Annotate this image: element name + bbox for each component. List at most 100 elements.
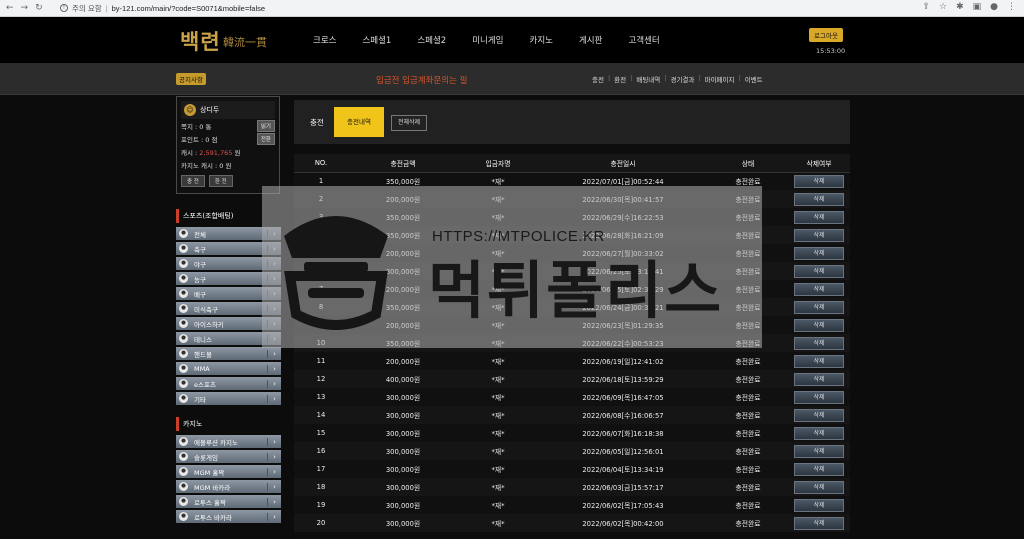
- delete-row-button[interactable]: 삭제: [794, 516, 844, 530]
- menu-item-icon: ●: [179, 229, 188, 238]
- withdraw-button[interactable]: 환 전: [208, 175, 233, 187]
- nav-cross[interactable]: 크로스: [313, 34, 336, 46]
- browser-menu-icon[interactable]: ⋮: [1007, 2, 1016, 12]
- cell-amount: 300,000원: [348, 514, 458, 532]
- sidebar-panel-icon[interactable]: ▣: [973, 2, 982, 12]
- delete-row-button[interactable]: 삭제: [794, 444, 844, 458]
- menu-item-label: 로투스 바카라: [194, 513, 232, 522]
- profile-icon[interactable]: ●: [990, 2, 998, 12]
- nav-minigame[interactable]: 미니게임: [472, 34, 503, 46]
- quick-link-deposit[interactable]: 충전: [592, 74, 604, 84]
- delete-row-button[interactable]: 삭제: [794, 246, 844, 260]
- cell-status: 충전완료: [708, 478, 788, 496]
- menu-item-icon: ●: [179, 512, 188, 521]
- tab-deposit-history[interactable]: 충전내역: [334, 107, 384, 137]
- menu-item-label: 아이스하키: [194, 320, 224, 329]
- casino-menu-item-5[interactable]: ● 로투스 바카라 ›: [176, 510, 281, 523]
- nav-casino[interactable]: 카지노: [530, 34, 553, 46]
- casino-menu-item-2[interactable]: ● MGM 홀짝 ›: [176, 465, 281, 478]
- menu-item-icon: ●: [179, 304, 188, 313]
- quick-link-event[interactable]: 이벤트: [745, 74, 763, 84]
- cell-no: 16: [294, 442, 348, 460]
- delete-row-button[interactable]: 삭제: [794, 462, 844, 476]
- back-icon[interactable]: ←: [6, 3, 14, 13]
- cell-amount: 300,000원: [348, 478, 458, 496]
- nav-special2[interactable]: 스페셜2: [417, 34, 446, 46]
- sports-menu-item-9[interactable]: ● MMA ›: [176, 362, 281, 375]
- quick-link-withdraw[interactable]: 환전: [614, 74, 626, 84]
- quick-links: 충전 | 환전 | 배팅내역 | 경기결과 | 마이페이지 | 이벤트: [592, 74, 763, 84]
- chevron-right-icon: ›: [267, 467, 281, 476]
- delete-all-button[interactable]: 전체삭제: [391, 115, 428, 131]
- menu-item-icon: ●: [179, 364, 188, 373]
- delete-row-button[interactable]: 삭제: [794, 354, 844, 368]
- table-row: 18 300,000원 *재* 2022/06/03[금]15:57:17 충전완료 삭제: [294, 478, 850, 496]
- delete-row-button[interactable]: 삭제: [794, 300, 844, 314]
- convert-points-button[interactable]: 전환: [256, 132, 275, 145]
- clock: 15:53:00: [816, 47, 846, 55]
- quick-link-bet-history[interactable]: 배팅내역: [636, 74, 660, 84]
- deposit-button[interactable]: 충 전: [181, 175, 205, 187]
- cell-status: 충전완료: [708, 424, 788, 442]
- menu-item-icon: ●: [179, 437, 188, 446]
- cell-no: 18: [294, 478, 348, 496]
- delete-row-button[interactable]: 삭제: [794, 408, 844, 422]
- delete-row-button[interactable]: 삭제: [794, 318, 844, 332]
- cell-date: 2022/06/04[토]13:34:19: [538, 460, 708, 478]
- casino-menu-item-4[interactable]: ● 로투스 홀짝 ›: [176, 495, 281, 508]
- address-bar[interactable]: ! 주의 요함 | by-121.com/main/?code=S0071&mo…: [60, 3, 265, 14]
- extensions-icon[interactable]: ✱: [956, 2, 964, 12]
- delete-row-button[interactable]: 삭제: [794, 228, 844, 242]
- chevron-right-icon: ›: [267, 437, 281, 446]
- col-delete: 삭제여부: [788, 154, 850, 173]
- url-text[interactable]: by-121.com/main/?code=S0071&mobile=false: [112, 4, 265, 13]
- delete-row-button[interactable]: 삭제: [794, 390, 844, 404]
- delete-row-button[interactable]: 삭제: [794, 480, 844, 494]
- delete-row-button[interactable]: 삭제: [794, 192, 844, 206]
- nav-special1[interactable]: 스페셜1: [362, 34, 391, 46]
- casino-menu-item-0[interactable]: ● 에볼루션 카지노 ›: [176, 435, 281, 448]
- delete-row-button[interactable]: 삭제: [794, 210, 844, 224]
- cell-name: *재*: [458, 496, 538, 514]
- cell-amount: 300,000원: [348, 442, 458, 460]
- read-messages-button[interactable]: 읽기: [256, 119, 275, 132]
- menu-item-label: 기타: [194, 395, 206, 404]
- logout-button[interactable]: 로그아웃: [809, 28, 843, 42]
- cell-no: 15: [294, 424, 348, 442]
- sports-menu-item-8[interactable]: ● 핸드볼 ›: [176, 347, 281, 360]
- menu-item-icon: ●: [179, 452, 188, 461]
- share-icon[interactable]: ⇪: [922, 2, 930, 12]
- delete-row-button[interactable]: 삭제: [794, 372, 844, 386]
- site-logo[interactable]: 백련: [180, 26, 221, 56]
- site-logo-sub: 韓流一貫: [223, 36, 267, 49]
- forward-icon[interactable]: →: [21, 3, 29, 13]
- delete-row-button[interactable]: 삭제: [794, 174, 844, 188]
- nav-support[interactable]: 고객센터: [628, 34, 659, 46]
- notice-badge: 공지사항: [176, 73, 206, 85]
- notice-bar: 공지사항 입금전 입금계좌문의는 필 충전 | 환전 | 배팅내역 | 경기결과 | 마…: [0, 63, 1024, 95]
- quick-link-mypage[interactable]: 마이페이지: [705, 74, 735, 84]
- cell-status: 충전완료: [708, 370, 788, 388]
- chevron-right-icon: ›: [267, 452, 281, 461]
- user-info-box: ☺ 상디두 쪽지 : 0 통 읽기 포인트 : 0 점 전환 캐시 : 2,59…: [176, 96, 280, 194]
- cell-date: 2022/06/19[일]12:41:02: [538, 352, 708, 370]
- cell-delete: 삭제: [788, 370, 850, 388]
- cell-amount: 300,000원: [348, 388, 458, 406]
- menu-item-icon: ●: [179, 244, 188, 253]
- bookmark-star-icon[interactable]: ☆: [939, 2, 947, 12]
- delete-row-button[interactable]: 삭제: [794, 336, 844, 350]
- delete-row-button[interactable]: 삭제: [794, 264, 844, 278]
- col-no: NO.: [294, 154, 348, 173]
- casino-menu-item-3[interactable]: ● MGM 바카라 ›: [176, 480, 281, 493]
- cell-delete: 삭제: [788, 352, 850, 370]
- reload-icon[interactable]: ↻: [35, 3, 43, 13]
- delete-row-button[interactable]: 삭제: [794, 426, 844, 440]
- nav-board[interactable]: 게시판: [579, 34, 602, 46]
- sports-menu-item-10[interactable]: ● e스포츠 ›: [176, 377, 281, 390]
- sports-menu-item-11[interactable]: ● 기타 ›: [176, 392, 281, 405]
- casino-menu-item-1[interactable]: ● 슬롯게임 ›: [176, 450, 281, 463]
- cash-balance: 캐시 : 2,591,765 원: [181, 148, 241, 157]
- delete-row-button[interactable]: 삭제: [794, 498, 844, 512]
- quick-link-results[interactable]: 경기결과: [670, 74, 694, 84]
- delete-row-button[interactable]: 삭제: [794, 282, 844, 296]
